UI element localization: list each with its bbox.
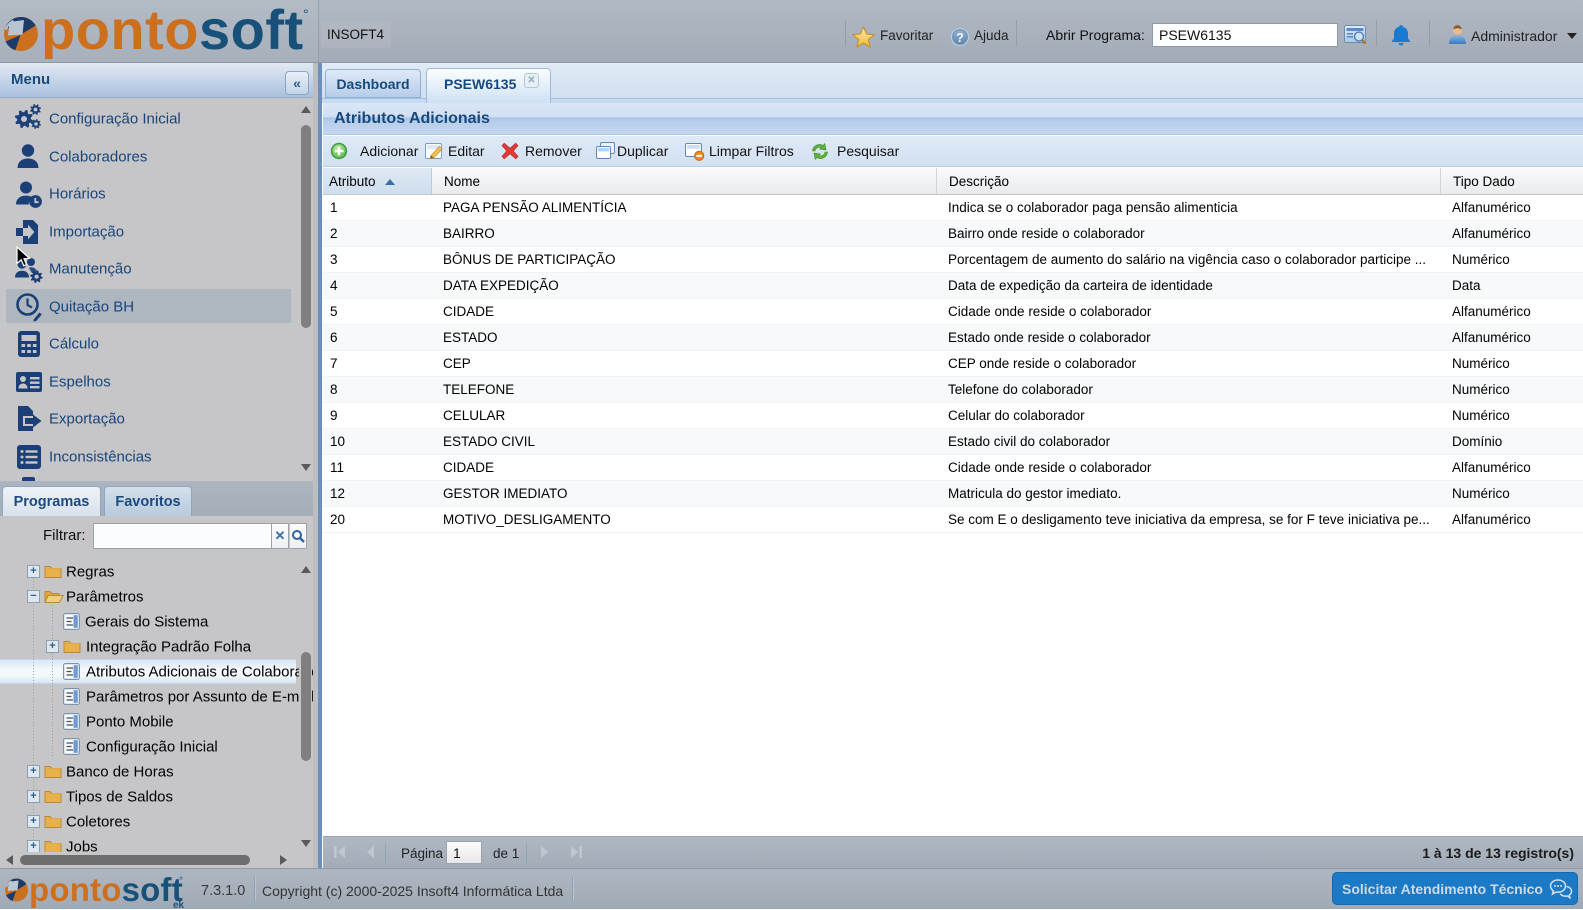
svg-text:°: °: [179, 876, 183, 887]
svg-text:?: ?: [956, 31, 964, 45]
svg-text:pontosoft: pontosoft: [29, 871, 183, 908]
svg-text:pontosoft: pontosoft: [41, 3, 304, 59]
svg-text:°: °: [303, 6, 309, 22]
